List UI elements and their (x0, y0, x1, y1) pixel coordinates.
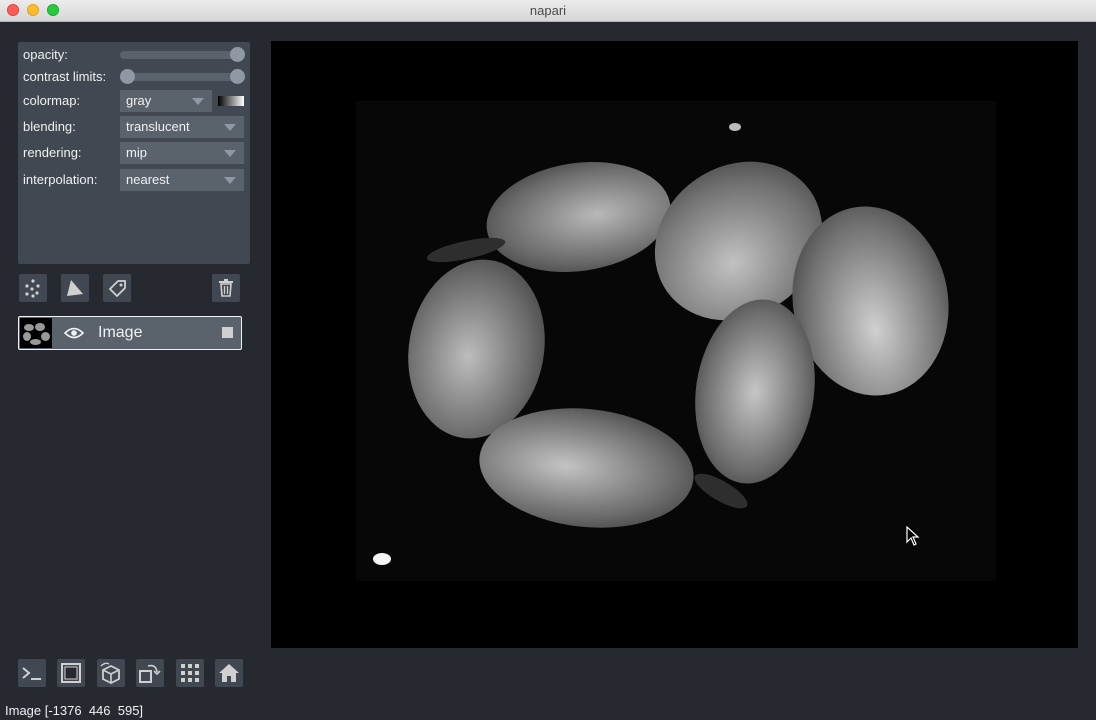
viewer-canvas[interactable] (271, 41, 1078, 648)
interpolation-label: interpolation: (23, 172, 98, 187)
mouse-cursor-icon (906, 526, 920, 546)
colormap-dropdown[interactable]: gray (120, 90, 212, 112)
new-points-button[interactable] (19, 274, 47, 302)
grid-view-button[interactable] (176, 659, 204, 687)
blending-row: blending: translucent (18, 116, 250, 138)
layer-thumbnail (20, 318, 52, 348)
colormap-value: gray (126, 93, 152, 108)
rendering-dropdown[interactable]: mip (120, 142, 244, 164)
contrast-row: contrast limits: (18, 66, 250, 88)
blending-value: translucent (126, 119, 190, 134)
new-shapes-button[interactable] (61, 274, 89, 302)
bright-spot (729, 123, 741, 131)
interpolation-row: interpolation: nearest (18, 169, 250, 191)
layer-name: Image (98, 324, 143, 341)
opacity-slider-handle[interactable] (230, 47, 245, 62)
delete-layer-button[interactable] (212, 274, 240, 302)
eye-icon[interactable] (64, 325, 84, 341)
layer-controls-panel: opacity: contrast limits: colormap: gray… (18, 42, 250, 264)
chevron-down-icon (224, 150, 236, 157)
colormap-label: colormap: (23, 93, 81, 108)
contrast-limits-slider[interactable] (120, 69, 245, 84)
console-icon (22, 667, 41, 680)
interpolation-dropdown[interactable]: nearest (120, 169, 244, 191)
chevron-down-icon (192, 98, 204, 105)
rendering-value: mip (126, 145, 147, 160)
window-titlebar: napari (0, 0, 1096, 22)
transpose-icon (139, 664, 161, 683)
opacity-row: opacity: (18, 44, 250, 66)
new-labels-button[interactable] (103, 274, 131, 302)
grid-icon (181, 664, 199, 682)
delete-icon (219, 279, 233, 297)
home-button[interactable] (215, 659, 243, 687)
interpolation-value: nearest (126, 172, 170, 187)
console-button[interactable] (18, 659, 46, 687)
home-icon (219, 664, 239, 682)
layer-item-image[interactable]: Image (18, 316, 242, 350)
window-title: napari (529, 3, 567, 18)
blending-dropdown[interactable]: translucent (120, 116, 244, 138)
opacity-slider[interactable] (120, 47, 245, 62)
opacity-label: opacity: (23, 47, 68, 62)
blending-label: blending: (23, 119, 76, 134)
roll-dims-button[interactable] (97, 659, 125, 687)
layer-type-icon (222, 327, 233, 338)
ndisplay-button[interactable] (57, 659, 85, 687)
transpose-dims-button[interactable] (136, 659, 164, 687)
ndisplay-icon (61, 663, 81, 683)
roll-icon (100, 662, 120, 684)
rendering-row: rendering: mip (18, 142, 250, 164)
chevron-down-icon (224, 124, 236, 131)
new-labels-icon (108, 280, 126, 298)
new-shapes-icon (67, 280, 83, 296)
status-text: Image [-1376 446 595] (5, 703, 144, 718)
chevron-down-icon (224, 177, 236, 184)
colormap-row: colormap: gray (18, 90, 250, 112)
colormap-swatch (218, 96, 244, 106)
contrast-min-handle[interactable] (120, 69, 135, 84)
bright-spot (373, 553, 391, 565)
contrast-max-handle[interactable] (230, 69, 245, 84)
new-points-icon (25, 279, 40, 298)
rendering-label: rendering: (23, 145, 82, 160)
contrast-limits-label: contrast limits: (23, 69, 107, 84)
